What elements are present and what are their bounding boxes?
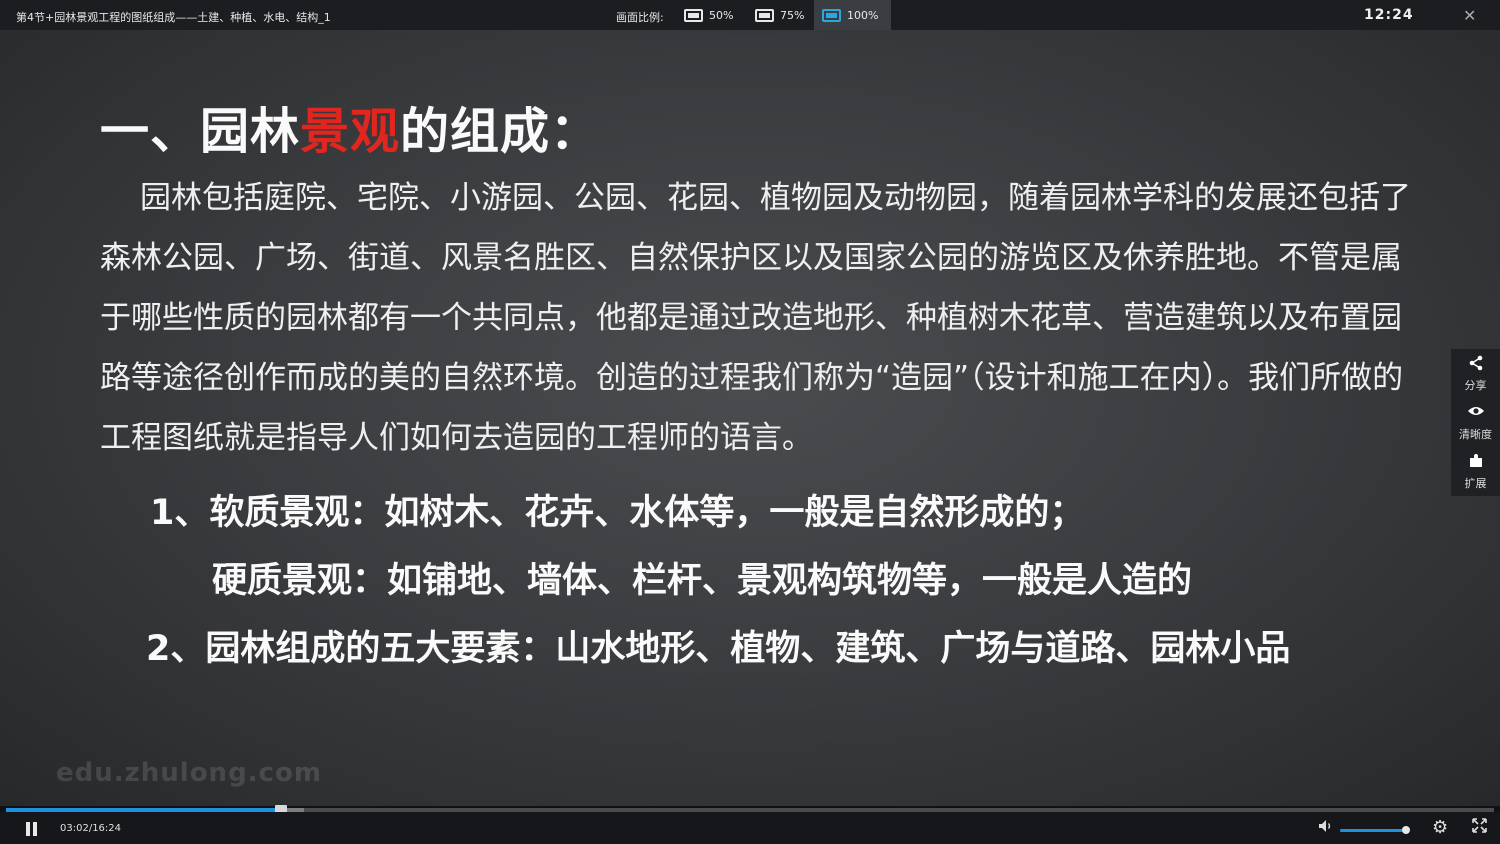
volume-slider[interactable] — [1340, 826, 1410, 834]
extend-button[interactable]: 扩展 — [1451, 447, 1500, 496]
ratio-option-100[interactable]: 100% — [814, 0, 891, 30]
player-controls: 03:02/16:24 ⚙ — [0, 812, 1500, 844]
video-title: 第4节+园林景观工程的图纸组成——土建、种植、水电、结构_1 — [16, 11, 331, 24]
watermark: edu.zhulong.com — [56, 758, 322, 788]
volume-icon[interactable] — [1318, 819, 1334, 837]
time-display: 03:02/16:24 — [60, 823, 122, 834]
puzzle-icon — [1451, 453, 1500, 473]
point-1b: 硬质景观：如铺地、墙体、栏杆、景观构筑物等，一般是人造的 — [212, 561, 1193, 601]
eye-icon — [1451, 404, 1500, 424]
ratio-option-50[interactable]: 50% — [676, 0, 741, 30]
screen-ratio-icon — [684, 8, 703, 22]
close-icon[interactable]: ✕ — [1463, 6, 1476, 25]
clock: 12:24 — [1364, 7, 1414, 23]
ratio-option-label: 75% — [780, 8, 805, 22]
clarity-label: 清晰度 — [1459, 428, 1492, 441]
paragraph-text: 园林包括庭院、宅院、小游园、公园、花园、植物园及动物园，随着园林学科的发展还包括… — [100, 180, 1411, 456]
volume-handle[interactable] — [1401, 826, 1410, 834]
pause-button[interactable] — [25, 822, 39, 836]
share-label: 分享 — [1464, 379, 1487, 392]
screen-ratio-icon — [822, 8, 841, 22]
ratio-option-label: 100% — [847, 8, 879, 22]
heading-highlight: 景观 — [300, 103, 401, 160]
share-icon — [1451, 355, 1500, 375]
volume-level — [1340, 829, 1406, 832]
slide-paragraph: 园林包括庭院、宅院、小游园、公园、花园、植物园及动物园，随着园林学科的发展还包括… — [100, 168, 1420, 468]
ratio-option-label: 50% — [709, 8, 734, 22]
heading-suffix: 的组成： — [400, 103, 601, 160]
aspect-ratio-label: 画面比例: — [616, 11, 664, 24]
side-panel: 分享 清晰度 扩展 — [1451, 349, 1500, 496]
clarity-button[interactable]: 清晰度 — [1451, 398, 1500, 447]
gear-icon[interactable]: ⚙ — [1432, 817, 1448, 838]
slide-heading: 一、园林景观的组成： — [100, 92, 600, 163]
extend-label: 扩展 — [1464, 477, 1487, 490]
heading-prefix: 一、园林 — [100, 103, 301, 160]
share-button[interactable]: 分享 — [1451, 349, 1500, 398]
player-top-bar: 第4节+园林景观工程的图纸组成——土建、种植、水电、结构_1 画面比例: 50%… — [0, 0, 1500, 30]
screen-ratio-icon — [755, 8, 774, 22]
video-frame[interactable]: 一、园林景观的组成： 园林包括庭院、宅院、小游园、公园、花园、植物园及动物园，随… — [0, 30, 1500, 806]
fullscreen-icon[interactable] — [1472, 818, 1487, 837]
point-2: 2、园林组成的五大要素：山水地形、植物、建筑、广场与道路、园林小品 — [146, 629, 1291, 669]
point-1: 1、软质景观：如树木、花卉、水体等，一般是自然形成的； — [150, 493, 1085, 533]
ratio-option-75[interactable]: 75% — [747, 0, 812, 30]
